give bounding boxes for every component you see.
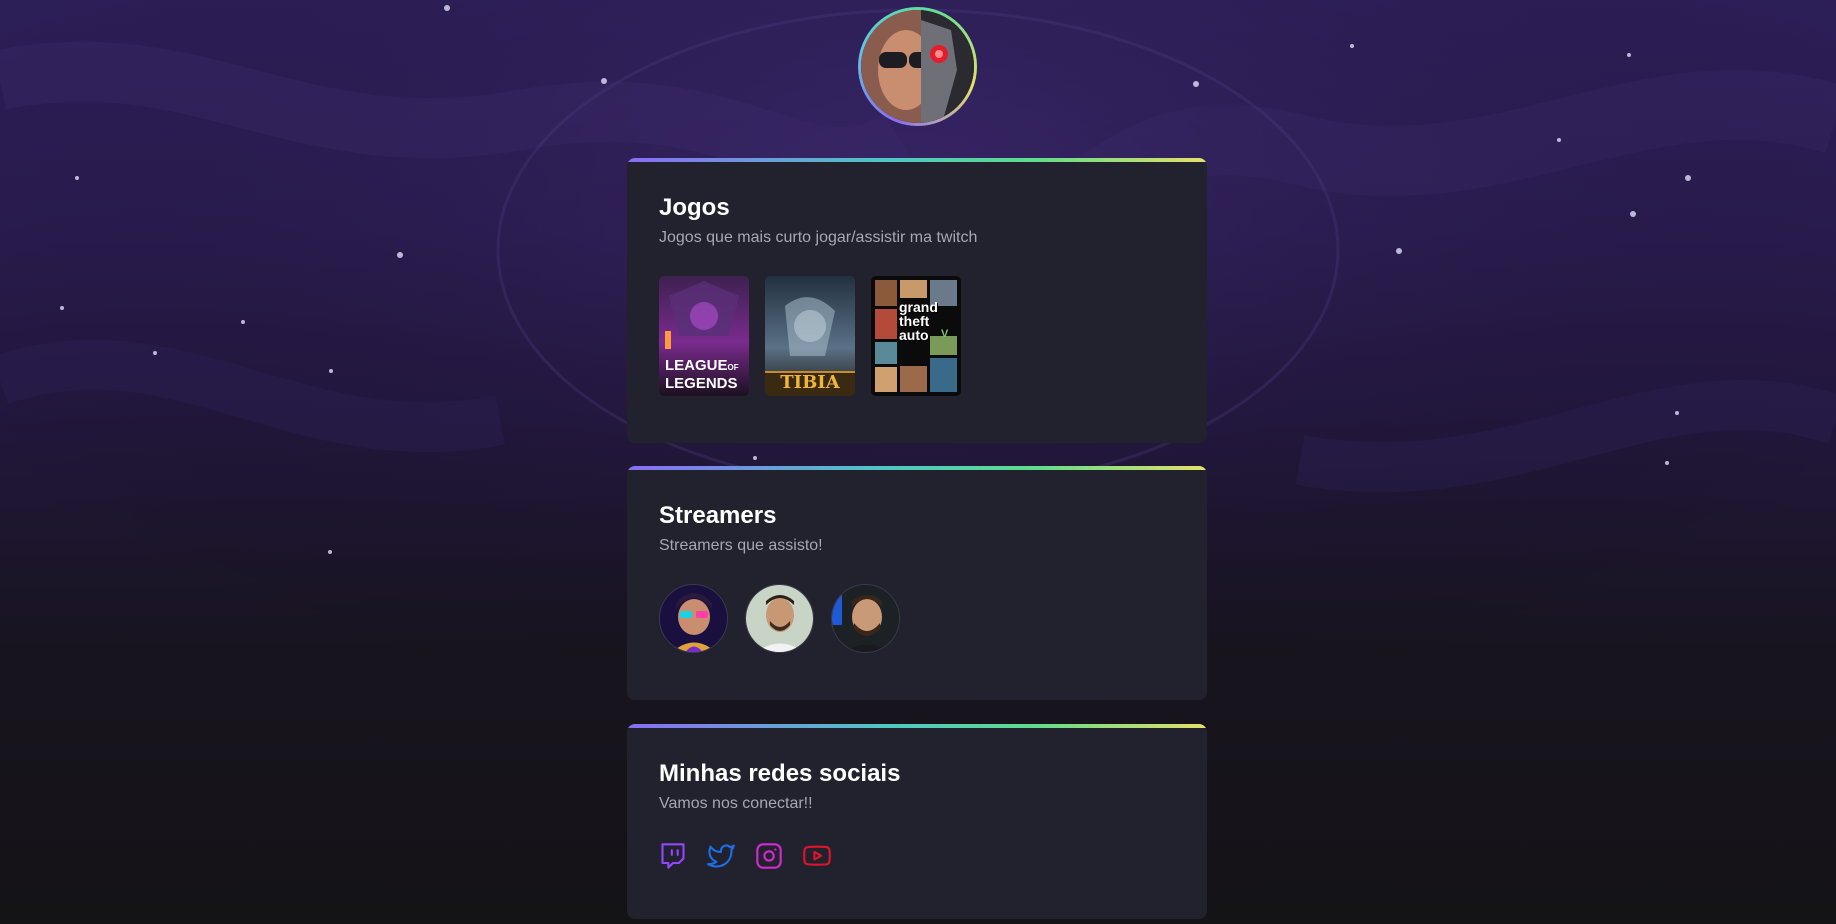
- profile-avatar-image: [861, 10, 974, 123]
- game-cover-gta-v[interactable]: grand theft auto V: [871, 276, 961, 396]
- lol-line1: LEAGUE: [665, 357, 728, 374]
- gta-line3: auto: [899, 327, 929, 343]
- games-card: Jogos Jogos que mais curto jogar/assisti…: [627, 158, 1207, 443]
- game-cover-tibia[interactable]: TIBIA: [765, 276, 855, 396]
- gta-line2: theft: [899, 313, 930, 329]
- game-cover-league-of-legends[interactable]: LEAGUEOF LEGENDS: [659, 276, 749, 396]
- games-card-subtitle: Jogos que mais curto jogar/assistir ma t…: [659, 229, 978, 246]
- profile-avatar: [858, 7, 977, 126]
- youtube-icon: [803, 845, 831, 866]
- twitch-icon: [661, 843, 685, 869]
- social-card-title: Minhas redes sociais: [659, 760, 901, 787]
- youtube-link[interactable]: [803, 842, 831, 870]
- twitter-link[interactable]: [707, 842, 735, 870]
- streamer-avatar-2[interactable]: [745, 584, 814, 653]
- gta-badge: V: [941, 328, 949, 340]
- streamers-card: Streamers Streamers que assisto!: [627, 466, 1207, 700]
- twitter-icon: [707, 844, 735, 868]
- twitch-link[interactable]: [659, 842, 687, 870]
- social-card: Minhas redes sociais Vamos nos conectar!…: [627, 724, 1207, 919]
- tibia-label: TIBIA: [780, 372, 840, 393]
- games-card-title: Jogos: [659, 194, 730, 221]
- streamers-card-title: Streamers: [659, 502, 777, 529]
- lol-line2: LEGENDS: [665, 375, 738, 392]
- streamers-card-subtitle: Streamers que assisto!: [659, 537, 823, 554]
- instagram-icon: [756, 843, 782, 869]
- gta-line1: grand: [899, 299, 938, 315]
- streamer-avatar-3[interactable]: [831, 584, 900, 653]
- games-list: LEAGUEOF LEGENDS TIBIA grand theft auto …: [659, 276, 1175, 396]
- lol-line1b: OF: [727, 363, 739, 372]
- streamer-avatar-1[interactable]: [659, 584, 728, 653]
- instagram-link[interactable]: [755, 842, 783, 870]
- social-card-subtitle: Vamos nos conectar!!: [659, 795, 813, 812]
- social-links: [659, 842, 1175, 870]
- streamers-list: [659, 584, 1175, 653]
